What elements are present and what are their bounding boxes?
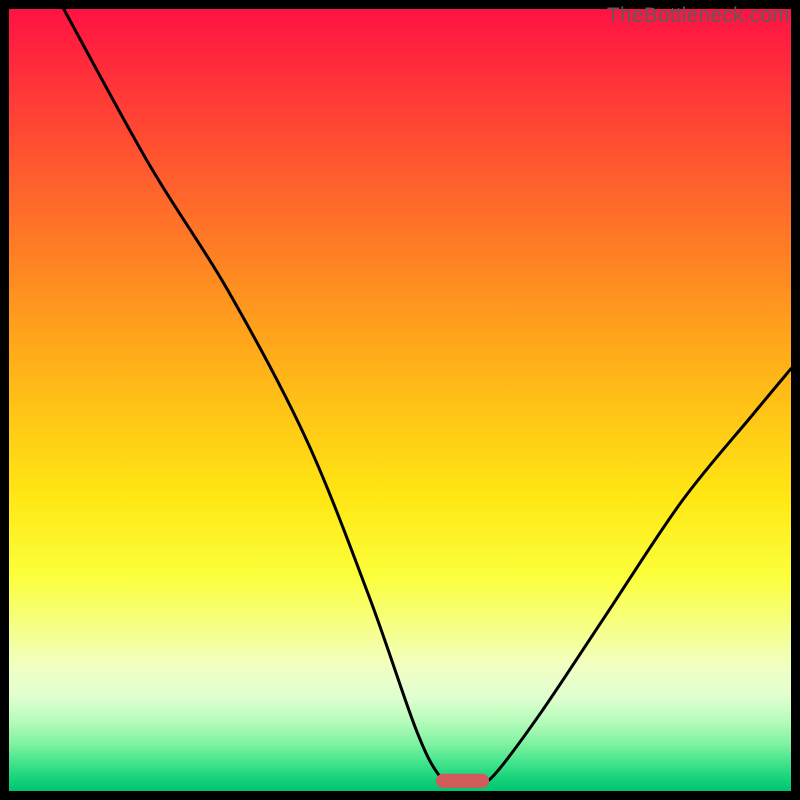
watermark-text: TheBottleneck.com <box>607 4 790 28</box>
chart-plot-area <box>9 9 791 791</box>
chart-svg <box>9 9 791 791</box>
chart-frame: TheBottleneck.com <box>0 0 800 800</box>
